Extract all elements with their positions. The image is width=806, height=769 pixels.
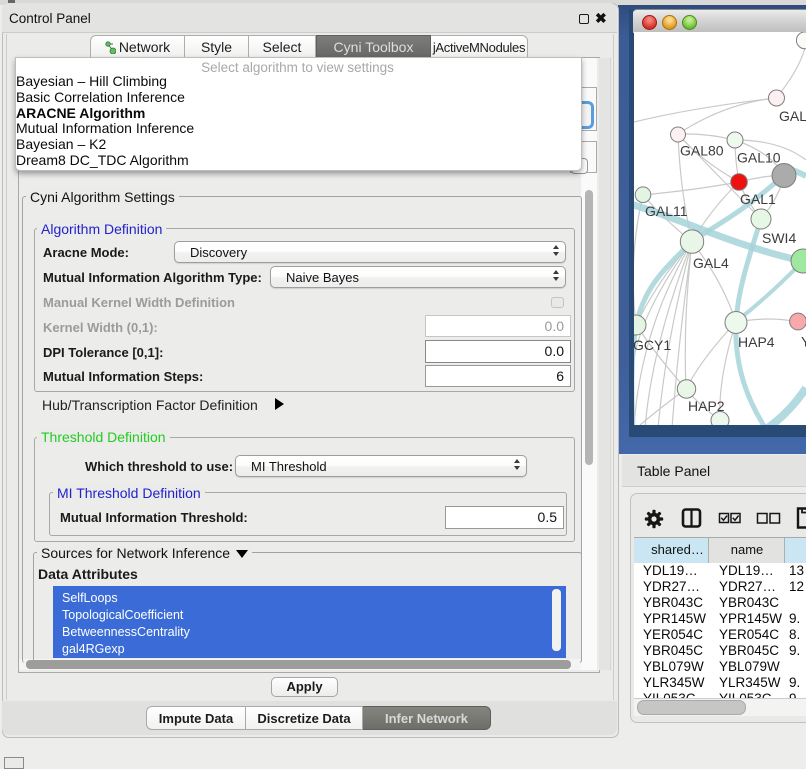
svg-text:GAL7: GAL7 [779, 108, 806, 124]
svg-text:GAL10: GAL10 [737, 150, 781, 166]
svg-text:SWI4: SWI4 [762, 230, 796, 246]
svg-text:HAP2: HAP2 [688, 398, 725, 414]
svg-text:GCY1: GCY1 [634, 337, 671, 353]
svg-text:HAP4: HAP4 [738, 334, 775, 350]
svg-text:GAL4: GAL4 [693, 255, 729, 271]
svg-text:GAL1: GAL1 [740, 191, 776, 207]
svg-text:GAL11: GAL11 [645, 203, 688, 219]
svg-text:Y: Y [801, 334, 806, 350]
svg-text:GAL80: GAL80 [680, 143, 724, 159]
